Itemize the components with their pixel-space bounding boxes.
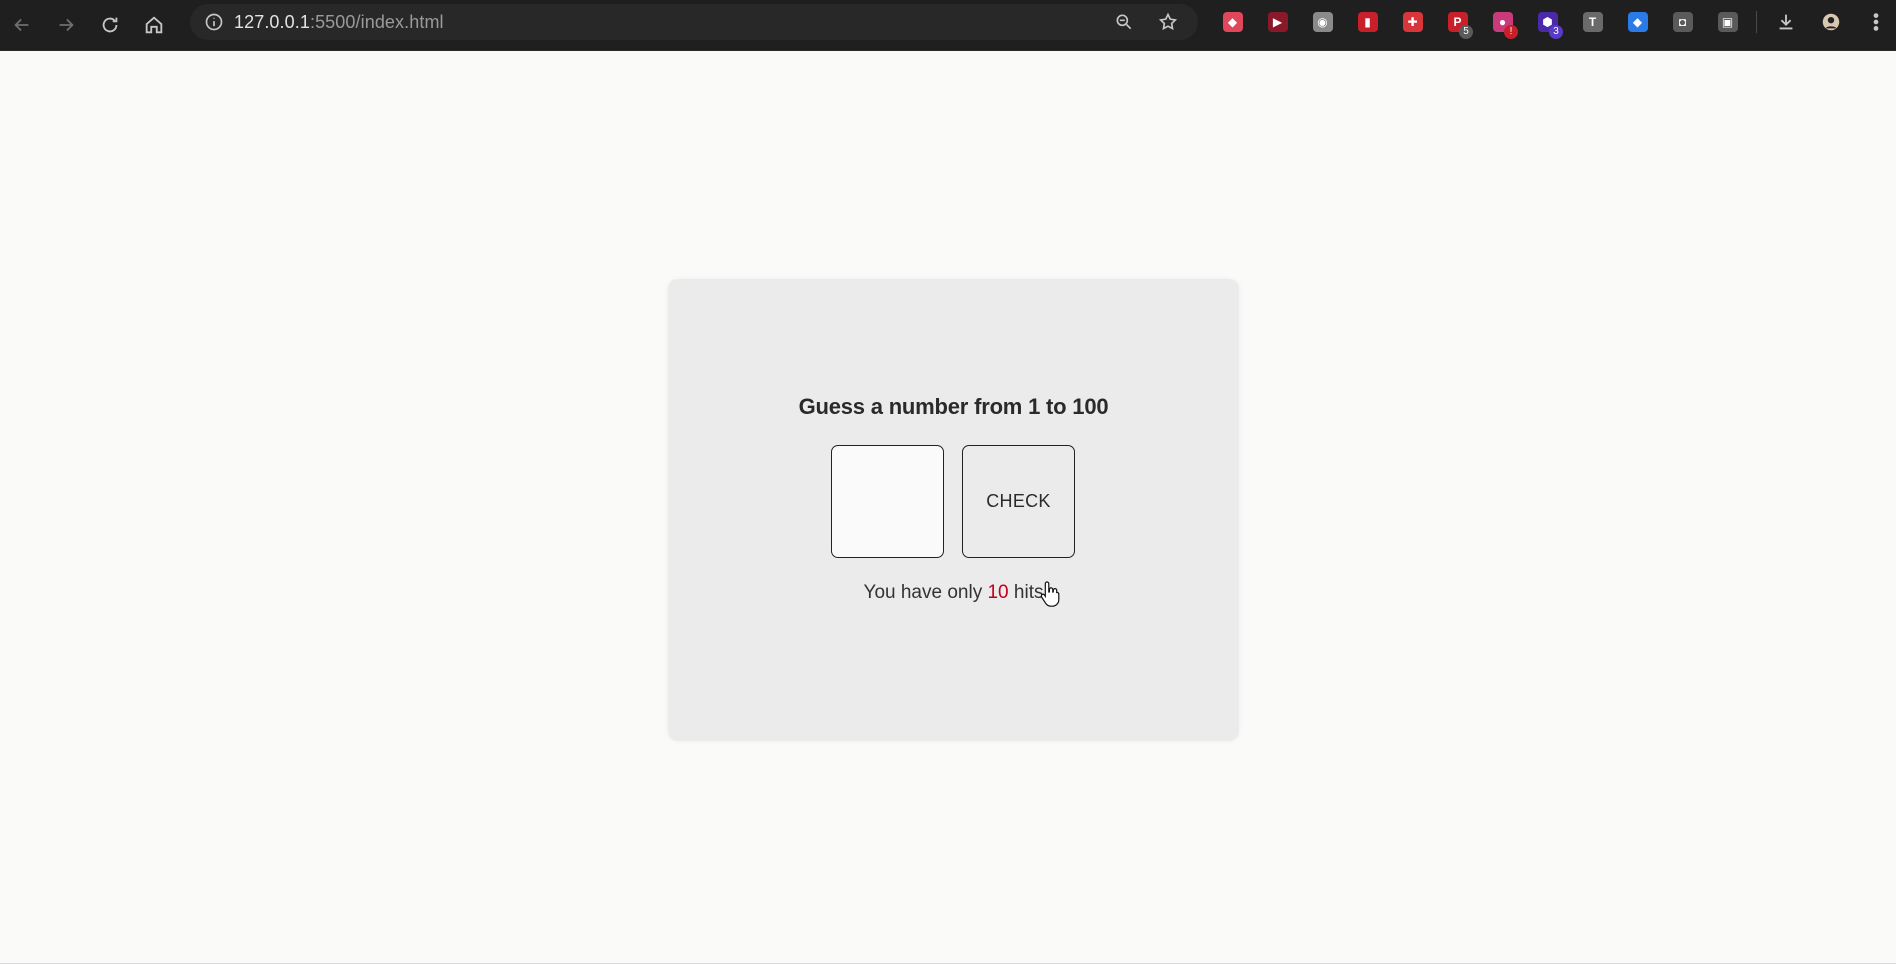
globe-extension-icon: ◉: [1312, 12, 1333, 32]
camera-extension-icon: ◘: [1672, 12, 1693, 32]
reload-button[interactable]: [88, 3, 132, 47]
game-card: Guess a number from 1 to 100 CHECK You h…: [668, 279, 1239, 741]
hex-extension[interactable]: ⬢ 3: [1525, 0, 1570, 44]
back-button[interactable]: [0, 3, 44, 47]
forward-button[interactable]: [44, 3, 88, 47]
shield-extension[interactable]: ◆: [1210, 0, 1255, 44]
site-info-button[interactable]: [194, 4, 234, 40]
camera-extension[interactable]: ◘: [1660, 0, 1705, 44]
play-extension[interactable]: ▶: [1255, 0, 1300, 44]
play-extension-icon: ▶: [1267, 12, 1288, 32]
cross-extension[interactable]: ✚: [1390, 0, 1435, 44]
home-button[interactable]: [132, 3, 176, 47]
puzzle-extension-icon: ▣: [1717, 12, 1738, 32]
p-extension-badge: 5: [1459, 25, 1473, 39]
globe-extension[interactable]: ◉: [1300, 0, 1345, 44]
arrow-left-icon: [14, 18, 29, 32]
diamond-extension-icon: ◆: [1627, 12, 1648, 32]
zoom-icon: [1116, 14, 1132, 30]
url-text[interactable]: 127.0.0.1:5500/index.html: [234, 12, 444, 33]
more-vert-icon: [1873, 13, 1878, 31]
cross-extension-icon: ✚: [1402, 12, 1423, 32]
bookmark-button[interactable]: [1148, 4, 1188, 40]
book-extension-icon: ▮: [1357, 12, 1378, 32]
profile-button[interactable]: [1808, 0, 1853, 44]
arrow-right-icon: [59, 18, 74, 32]
circle-extension[interactable]: ●!: [1480, 0, 1525, 44]
url-path: :5500/index.html: [309, 11, 444, 32]
downloads-button[interactable]: [1763, 0, 1808, 44]
hex-extension-badge: 3: [1549, 25, 1563, 39]
omnibox-actions: [1104, 4, 1188, 40]
menu-button[interactable]: [1853, 0, 1896, 44]
browser-toolbar: 127.0.0.1:5500/index.html ◆ ▶ ◉ ▮ ✚ P 5 ●! ⬢ 3 T ◆ ◘…: [0, 0, 1896, 51]
circle-extension-badge: !: [1504, 25, 1518, 39]
game-title: Guess a number from 1 to 100: [798, 394, 1109, 419]
book-extension[interactable]: ▮: [1345, 0, 1390, 44]
zoom-button[interactable]: [1104, 4, 1144, 40]
reload-icon: [102, 17, 118, 33]
p-extension[interactable]: P5: [1435, 0, 1480, 44]
download-icon: [1779, 14, 1792, 30]
hand-pointer-icon: [1040, 581, 1060, 607]
hits-suffix: hits: [1008, 582, 1044, 603]
home-icon: [145, 16, 163, 34]
avatar-icon: [1822, 13, 1839, 31]
puzzle-extension[interactable]: ▣: [1705, 0, 1750, 44]
star-icon: [1158, 12, 1178, 31]
guess-input[interactable]: [831, 445, 944, 558]
page-viewport: Guess a number from 1 to 100 CHECK You h…: [0, 52, 1896, 964]
t-extension-icon: T: [1582, 12, 1603, 32]
hits-count: 10: [987, 582, 1009, 603]
info-icon: [205, 13, 223, 31]
address-bar[interactable]: 127.0.0.1:5500/index.html: [190, 4, 1198, 40]
hits-prefix: You have only: [863, 582, 988, 603]
check-button[interactable]: CHECK: [962, 445, 1075, 558]
url-host: 127.0.0.1: [234, 11, 310, 32]
diamond-extension[interactable]: ◆: [1615, 0, 1660, 44]
shield-extension-icon: ◆: [1222, 12, 1243, 32]
toolbar-separator: [1756, 11, 1757, 33]
t-extension[interactable]: T: [1570, 0, 1615, 44]
extensions-bar: ◆ ▶ ◉ ▮ ✚ P 5 ●! ⬢ 3 T ◆ ◘ ▣: [1210, 0, 1896, 44]
hits-message: You have only 10 hits: [668, 582, 1239, 604]
